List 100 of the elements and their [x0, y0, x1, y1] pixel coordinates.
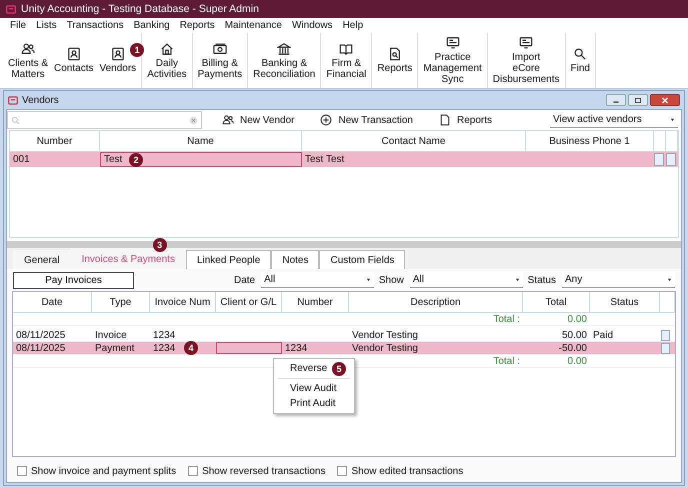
view-dropdown[interactable]: View active vendors	[550, 112, 678, 128]
delete-button[interactable]	[666, 153, 676, 166]
window-title: Vendors	[22, 94, 59, 106]
column-header[interactable]: Number	[282, 292, 349, 312]
row-dropdown-button[interactable]	[661, 330, 670, 340]
menu-item[interactable]: File	[10, 20, 26, 31]
pay-invoices-button[interactable]: Pay Invoices	[13, 272, 134, 288]
search-field[interactable]	[7, 111, 202, 129]
menu-item[interactable]: Lists	[36, 20, 57, 31]
filter-dropdown[interactable]: All	[410, 272, 523, 288]
filter-label: Date	[234, 274, 256, 286]
column-header[interactable]: Contact Name	[302, 131, 526, 151]
table-row[interactable]: 001 Test 2 Test Test	[10, 152, 678, 167]
column-header[interactable]: Invoice Num	[150, 292, 216, 312]
toolbar-button[interactable]: New Transaction	[314, 113, 419, 127]
column-header[interactable]: Number	[10, 131, 100, 151]
checkbox[interactable]	[17, 466, 27, 476]
table-cell-text: 08/11/2025	[15, 329, 66, 341]
table-cell: 1234 4	[150, 342, 216, 354]
clear-icon	[189, 116, 198, 124]
filter-label: Show	[378, 274, 404, 286]
house-icon	[160, 42, 174, 56]
table-cell-text: Invoice	[94, 329, 128, 341]
maximize-icon	[633, 96, 643, 104]
table-cell-text: 1234	[152, 329, 176, 341]
toolbar-button[interactable]: Find	[568, 33, 593, 88]
tab[interactable]: Notes	[271, 250, 320, 269]
minimize-button[interactable]	[606, 94, 626, 106]
total-label: Total :	[492, 313, 521, 325]
toolbar-button[interactable]: New Vendor	[216, 113, 300, 127]
splitter-handle[interactable]	[7, 241, 681, 248]
close-icon	[660, 96, 670, 104]
contact-card-icon	[110, 47, 125, 61]
dropdown-arrow-icon	[670, 118, 675, 122]
tab[interactable]: Linked People	[186, 250, 272, 269]
toolbar-button[interactable]: Reports	[432, 113, 498, 127]
filter-label: Status	[528, 274, 556, 286]
app-icon	[6, 4, 16, 14]
table-cell-text: Vendor Testing	[351, 342, 419, 354]
table-cell-text: 1234	[284, 342, 308, 354]
toolbar-button[interactable]: Reports	[374, 33, 416, 88]
toolbar-button[interactable]: Clients & Matters	[5, 33, 52, 88]
column-header[interactable]: Total	[523, 292, 590, 312]
menu-item[interactable]: Windows	[292, 20, 333, 31]
row-dropdown-button[interactable]	[661, 342, 670, 354]
menu-item[interactable]: Print Audit	[274, 396, 354, 411]
document-search-icon	[388, 47, 402, 61]
monitor-icon	[519, 36, 534, 50]
total-label: Total :	[492, 355, 521, 367]
tab[interactable]: Custom Fields	[319, 250, 406, 269]
filter-dropdown[interactable]: Any	[562, 272, 675, 288]
total-value: 0.00	[566, 313, 588, 325]
menu-item[interactable]: Help	[342, 20, 364, 31]
maximize-button[interactable]	[628, 94, 648, 106]
filter-dropdown[interactable]: All	[261, 272, 374, 288]
step-marker: 2	[129, 153, 143, 167]
tab[interactable]: General	[13, 250, 71, 269]
menu-item[interactable]: Reports	[180, 20, 215, 31]
column-header[interactable]: Business Phone 1	[526, 131, 654, 151]
step-marker: 5	[332, 362, 346, 376]
contact-card-icon	[66, 47, 81, 61]
document-icon	[438, 114, 451, 126]
column-header[interactable]: Type	[92, 292, 150, 312]
table-cell-text: Test Test	[304, 153, 346, 167]
dropdown-arrow-icon	[514, 278, 520, 282]
close-button[interactable]	[650, 94, 680, 106]
tab[interactable]: Invoices & Payments	[70, 248, 186, 269]
table-cell-text: Paid	[592, 329, 614, 341]
people-icon	[21, 42, 35, 56]
step-marker: 1	[130, 43, 144, 57]
dropdown-arrow-icon	[366, 278, 372, 282]
table-cell-text: Vendor Testing	[351, 329, 419, 341]
book-icon	[339, 42, 354, 56]
checkbox[interactable]	[188, 466, 198, 476]
toolbar-button[interactable]: Firm & Financial	[323, 33, 370, 88]
checkbox[interactable]	[337, 466, 348, 476]
table-cell-text: 001	[12, 153, 31, 167]
table-row[interactable]: 08/11/2025 Payment 1234 4 1234 Vendor Testing -50.00	[13, 342, 675, 355]
toolbar-button[interactable]: Banking & Reconciliation	[250, 33, 318, 88]
toolbar-button[interactable]: Import eCore Disbursements	[490, 33, 562, 88]
menu-item[interactable]: Maintenance	[224, 20, 282, 31]
toolbar-button[interactable]: Contacts	[51, 33, 96, 88]
toolbar-button[interactable]: Practice Management Sync	[420, 33, 485, 88]
column-header[interactable]: Status	[590, 292, 660, 312]
column-header[interactable]: Name	[100, 131, 302, 151]
toolbar-button[interactable]: Billing & Payments	[194, 33, 246, 88]
menu-item[interactable]: View Audit	[274, 381, 354, 396]
total-value: 0.00	[566, 355, 588, 367]
edit-button[interactable]	[654, 153, 664, 166]
toolbar-button[interactable]: Daily Activities	[144, 33, 190, 88]
monitor-icon	[446, 36, 460, 50]
menu-item[interactable]: Banking	[134, 20, 170, 31]
checkbox-label: Show reversed transactions	[202, 466, 326, 476]
table-cell-text: -50.00	[558, 342, 588, 354]
column-header[interactable]: Description	[349, 292, 523, 312]
column-header[interactable]: Client or G/L	[216, 292, 282, 312]
menu-item[interactable]: Transactions	[66, 20, 124, 31]
table-cell-text: 08/11/2025	[15, 342, 66, 354]
column-header[interactable]: Date	[13, 292, 92, 312]
add-icon	[320, 114, 332, 126]
